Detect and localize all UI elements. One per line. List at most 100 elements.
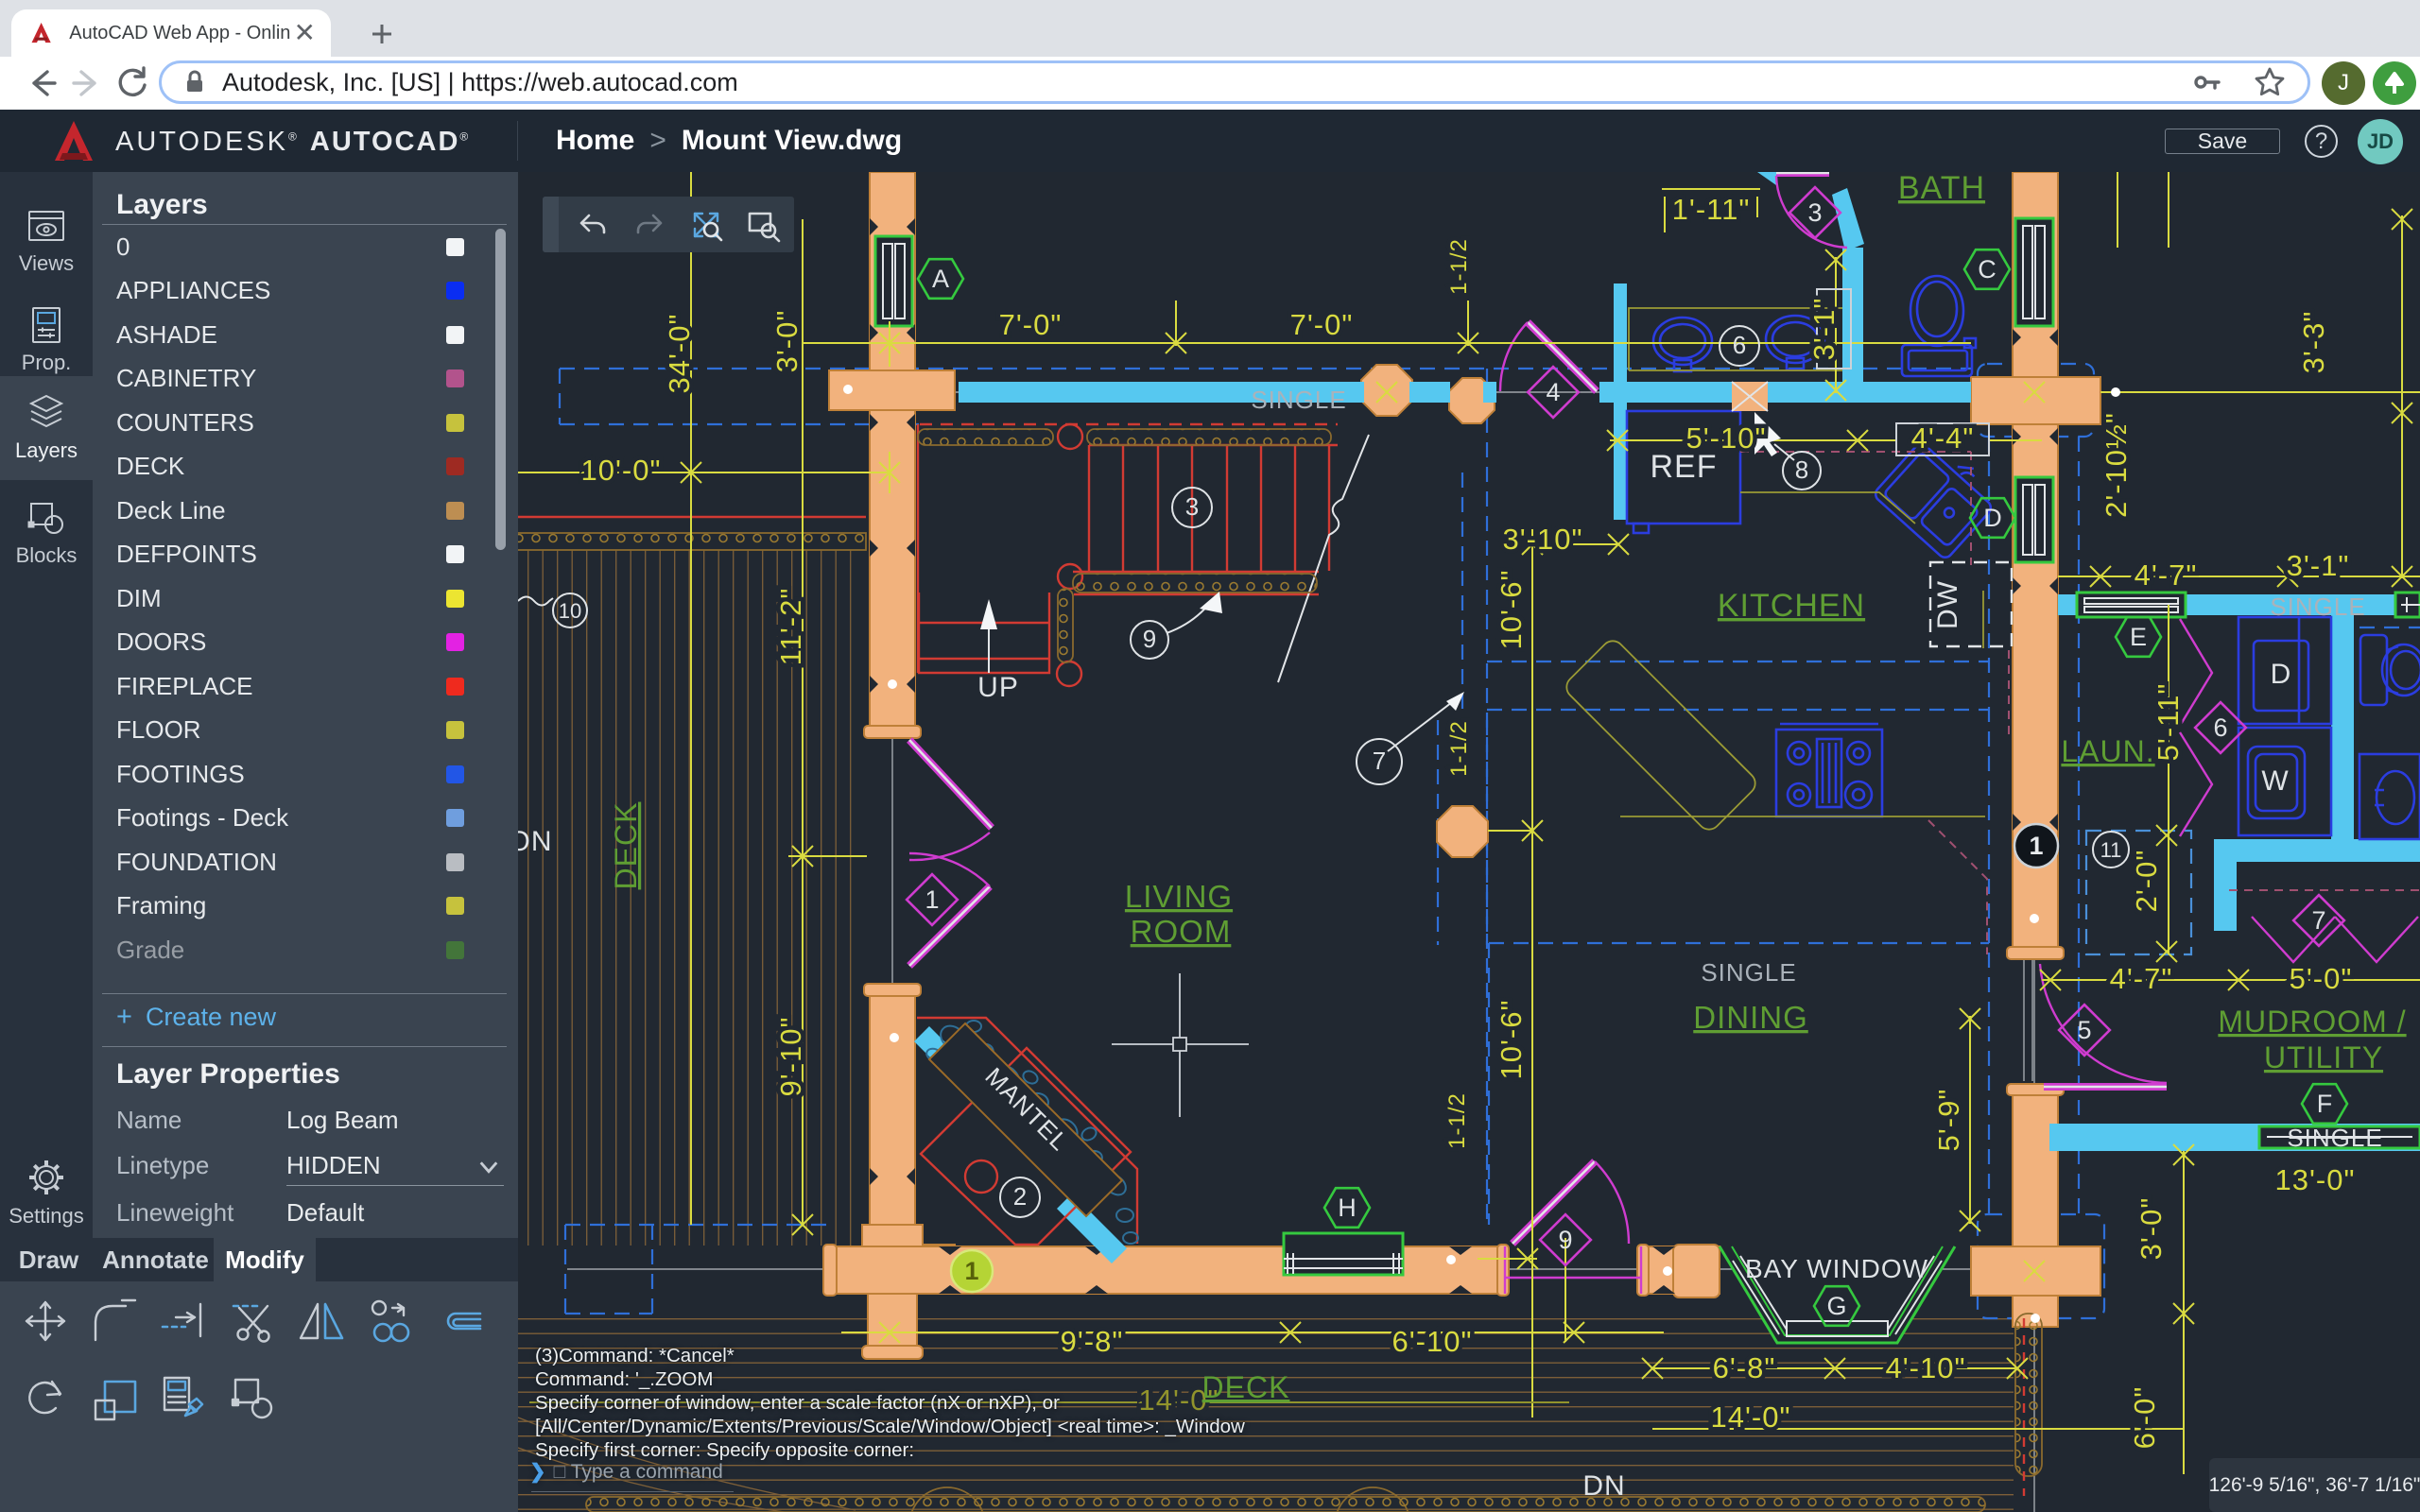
copy-icon[interactable] [364,1295,417,1348]
url-omnibox[interactable]: Autodesk, Inc. [US] | https://web.autoca… [159,60,2310,104]
property-row-linetype[interactable]: Linetype HIDDEN [116,1151,494,1180]
zoom-window-icon[interactable] [735,197,791,252]
canvas-text: 4'-7" [2110,962,2173,995]
chevron-down-icon[interactable] [476,1155,501,1179]
layer-row[interactable]: COUNTERS [116,401,494,444]
layer-list: 0 APPLIANCES ASHADE CABINETRY COUNTERS DECK De… [93,225,518,981]
browser-tab[interactable]: AutoCAD Web App - Online CA ✕ [11,9,331,57]
layer-properties-title: Layer Properties [116,1058,340,1090]
rail-item-properties[interactable]: Prop. [0,291,93,389]
canvas-text: LIVING [1125,879,1233,914]
layer-color-swatch[interactable] [446,545,464,563]
window-tag-H: H [1322,1186,1372,1229]
svg-text:7: 7 [1373,747,1386,775]
user-avatar[interactable]: JD [2358,119,2403,164]
layer-color-swatch[interactable] [446,852,464,871]
rail-item-layers[interactable]: Layers [0,376,93,480]
help-button[interactable]: ? [2305,125,2338,158]
mirror-icon[interactable] [295,1295,348,1348]
layer-color-swatch[interactable] [446,413,464,432]
bath-toilet [1900,274,1978,378]
tab-close-icon[interactable]: ✕ [294,20,316,46]
layer-color-swatch[interactable] [446,369,464,387]
fillet-icon[interactable] [88,1295,141,1348]
reload-icon[interactable] [112,62,153,104]
rail-item-blocks[interactable]: Blocks [0,484,93,582]
browser-profile-avatar[interactable]: J [2322,61,2365,105]
layer-color-swatch[interactable] [446,282,464,300]
drawing-canvas[interactable]: .ow { fill:#f2b27d; stroke:#bf8038; stro… [518,172,2420,1512]
forward-icon[interactable] [66,62,108,104]
layer-color-swatch[interactable] [446,897,464,915]
settings-gear-icon [29,1160,63,1194]
layer-row[interactable]: DEFPOINTS [116,533,494,576]
password-key-icon[interactable] [2188,64,2224,100]
layer-row[interactable]: FOOTINGS [116,752,494,796]
panel-scrollbar[interactable] [495,229,506,550]
tab-modify[interactable]: Modify [214,1238,316,1281]
layer-color-swatch[interactable] [446,765,464,783]
door-tag-7: 7 [2291,893,2346,948]
command-input[interactable]: ❯ □ Type a command [529,1460,723,1484]
create-new-layer-button[interactable]: + Create new [116,1002,276,1033]
canvas-text: 5'-11" [2152,683,2185,762]
canvas-text: 9'-10" [774,1017,807,1097]
scale-icon[interactable] [88,1372,141,1425]
layer-row[interactable]: Footings - Deck [116,797,494,840]
layer-row[interactable]: DOORS [116,621,494,664]
extend-icon[interactable] [157,1295,210,1348]
layer-color-swatch[interactable] [446,940,464,959]
layer-color-swatch[interactable] [446,809,464,827]
property-name-value: Log Beam [286,1106,399,1134]
command-history-line: Specify first corner: Specify opposite c… [535,1439,915,1461]
layer-row[interactable]: 0 [116,225,494,268]
rotate-icon[interactable] [19,1372,72,1425]
canvas-text: 4'-10" [1886,1351,1966,1384]
layer-row[interactable]: Deck Line [116,489,494,532]
save-button[interactable]: Save [2165,129,2280,154]
layer-row[interactable]: FOUNDATION [116,840,494,884]
trim-icon[interactable] [226,1295,279,1348]
layer-row[interactable]: ASHADE [116,313,494,356]
toolbar-grip[interactable] [543,197,559,252]
zoom-extents-icon[interactable] [678,197,735,252]
breadcrumb-home[interactable]: Home [556,125,634,156]
layer-row[interactable]: CABINETRY [116,357,494,401]
window-tag-E: E [2114,615,2163,659]
tab-draw[interactable]: Draw [0,1238,97,1281]
tab-annotate[interactable]: Annotate [97,1238,214,1281]
layer-color-swatch[interactable] [446,589,464,608]
match-properties-icon[interactable] [157,1372,210,1425]
redo-icon[interactable] [621,197,678,252]
bookmark-star-icon[interactable] [2251,63,2289,101]
bath-sink-left [1651,316,1714,373]
layer-row[interactable]: DIM [116,576,494,620]
layer-color-swatch[interactable] [446,237,464,256]
layer-row[interactable]: FLOOR [116,709,494,752]
undo-icon[interactable] [564,197,621,252]
layer-row[interactable]: APPLIANCES [116,269,494,313]
canvas-text: LAUN. [2061,734,2154,768]
double-doors-mudroom [2251,916,2419,964]
layer-row[interactable]: DECK [116,445,494,489]
window-tag-A: A [916,257,965,301]
layer-color-swatch[interactable] [446,457,464,475]
new-tab-button[interactable] [365,17,399,51]
layer-name: DECK [116,452,185,480]
layer-color-swatch[interactable] [446,721,464,739]
back-icon[interactable] [21,62,62,104]
canvas-text: 3'-0" [770,310,804,373]
move-icon[interactable] [19,1295,72,1348]
rail-item-views[interactable]: Views [0,193,93,291]
browser-update-icon[interactable] [2373,61,2416,105]
offset-icon[interactable] [433,1295,486,1348]
layer-color-swatch[interactable] [446,501,464,520]
layer-color-swatch[interactable] [446,325,464,344]
rail-item-settings[interactable]: Settings [0,1143,93,1242]
layer-color-swatch[interactable] [446,633,464,651]
explode-icon[interactable] [226,1372,279,1425]
layer-row[interactable]: Grade [116,928,494,971]
layer-row[interactable]: FIREPLACE [116,664,494,708]
layer-color-swatch[interactable] [446,677,464,696]
layer-row[interactable]: Framing [116,885,494,928]
